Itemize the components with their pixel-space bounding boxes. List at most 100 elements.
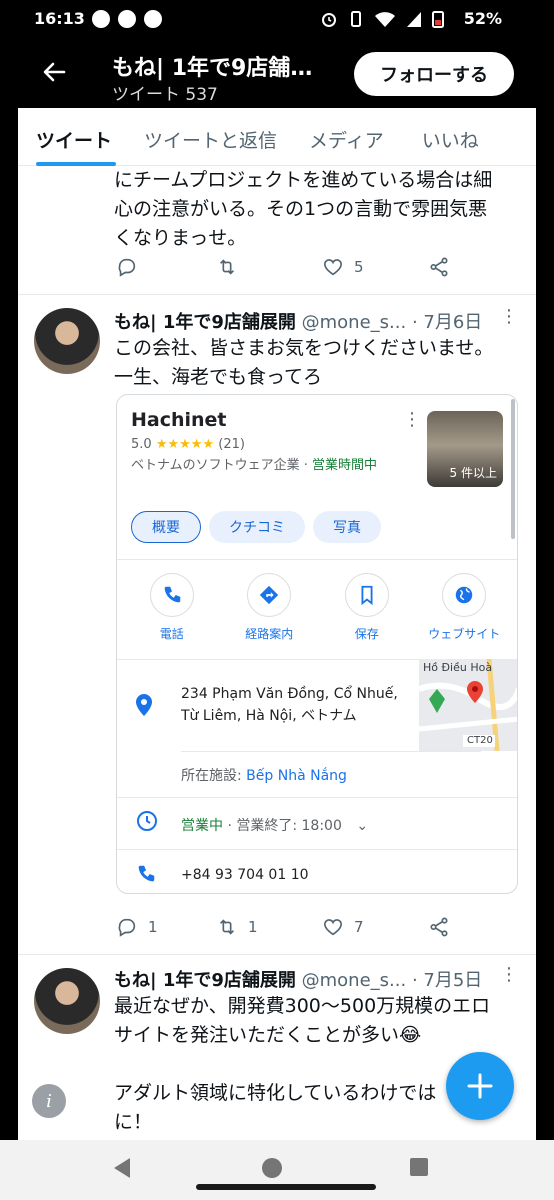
clock-icon [137,811,157,831]
chevron-down-icon: ⌄ [356,818,369,834]
share-button[interactable] [428,916,450,938]
phone-icon [164,586,180,603]
active-tab-indicator [36,162,116,166]
nav-recents-icon[interactable] [410,1158,428,1176]
tweet-line: にチームプロジェクトを進めている場合は細 [114,169,493,191]
retweet-icon [219,259,235,275]
chip-reviews: クチコミ [209,511,305,543]
phone-number: +84 93 704 01 10 [181,867,309,883]
heart-icon [323,919,343,936]
save-action: 保存 [327,573,407,642]
card-divider [181,751,481,752]
notification-icon [92,10,110,28]
tweet-date[interactable]: · 7月6日 [412,312,482,333]
tab-tweets-replies[interactable]: ツイートと返信 [144,108,277,166]
avatar[interactable] [34,968,100,1034]
card-divider [117,559,517,560]
card-action-buttons: 電話 経路案内 保存 ウェブサイト [117,573,517,642]
wifi-icon [375,12,395,27]
bookmark-icon [361,585,373,606]
business-address: 234 Phạm Văn Đồng, Cổ Nhuế, Từ Liêm, Hà … [181,686,398,724]
more-options-icon[interactable]: ⋮ [500,964,518,985]
chip-overview: 概要 [131,511,201,543]
photo-count: 5 件以上 [449,466,497,480]
phone-icon [138,865,155,882]
reply-button[interactable] [116,256,216,278]
rating-value: 5.0 [131,437,152,452]
location-pin-icon [136,694,152,716]
tab-likes[interactable]: いいね [422,108,479,166]
website-action: ウェブサイト [424,573,504,642]
timeline-panel: ツイート ツイートと返信 メディア いいね にチームプロジェクトを進めている場合… [18,108,536,1140]
vibrate-icon [351,11,361,27]
business-category: ベトナムのソフトウェア企業 · 営業時間中 [131,458,378,473]
business-name: Hachinet [131,409,227,431]
share-button[interactable] [428,256,450,278]
card-chips: 概要 クチコミ 写真 [131,511,381,543]
tweet-line: 一生、海老でも食ってろ [114,366,323,388]
retweet-count: 1 [248,918,258,936]
gesture-handle [196,1184,376,1190]
tweet-divider [18,954,536,955]
chip-photos: 写真 [313,511,381,543]
battery-percent: 52% [463,9,502,28]
follow-button[interactable]: フォローする [354,52,514,96]
system-icons [320,10,444,28]
business-hours: 営業中 · 営業終了: 18:00 ⌄ [181,818,369,834]
tweet-line: この会社、皆さまお気をつけくださいませ。 [114,337,494,359]
reply-button[interactable]: 1 [116,916,216,938]
retweet-button[interactable]: 1 [216,916,322,938]
tweet-count: ツイート 537 [112,85,218,105]
like-button[interactable]: 7 [322,916,428,938]
profile-header: もね| 1年で9店舗展開 ツイート 537 フォローする [0,38,554,108]
reply-icon [118,918,136,937]
nav-home-icon[interactable] [262,1158,282,1178]
mini-map: Hồ Điều Hoà CT20 [419,659,517,751]
avatar[interactable] [34,308,100,374]
card-divider [117,849,517,850]
category-text: ベトナムのソフトウェア企業 [131,458,300,473]
globe-icon [456,586,473,604]
tab-media[interactable]: メディア [309,108,384,166]
battery-icon [432,11,444,28]
author-name[interactable]: もね| 1年で9店舗展開 [114,970,296,991]
tweet-text: この会社、皆さまお気をつけくださいませ。 一生、海老でも食ってろ [114,334,528,392]
more-options-icon[interactable]: ⋮ [500,306,518,327]
plus-icon [467,1073,493,1099]
tab-tweets[interactable]: ツイート [36,108,112,166]
profile-tabs: ツイート ツイートと返信 メディア いいね [18,108,536,166]
notification-icon [118,10,136,28]
like-button[interactable]: 5 [322,256,428,278]
system-nav-bar [0,1140,554,1200]
compose-tweet-button[interactable] [446,1052,514,1120]
back-arrow-icon[interactable] [40,58,68,86]
tweet-line: 最近なぜか、開発費300〜500万規模のエロ [114,995,491,1017]
tweet-line: 心の注意がいる。その1つの言動で雰囲気悪 [114,198,488,220]
card-divider [117,797,517,798]
rating-row: 5.0 ★★★★★ (21) [131,437,245,452]
maps-card-image[interactable]: Hachinet ⋮ 5.0 ★★★★★ (21) ベトナムのソフトウェア企業 … [116,394,518,894]
tweet-header: もね| 1年で9店舗展開 @mone_s... · 7月6日 [114,308,482,334]
more-options-icon: ⋮ [403,409,421,430]
author-handle: @mone_s... [301,970,407,991]
tweet-actions: 1 1 7 [116,916,450,938]
status-time: 16:13 [34,9,85,28]
business-photo: 5 件以上 [427,411,503,487]
card-scrollbar [511,399,515,539]
nav-back-icon[interactable] [114,1158,130,1178]
tweet-date[interactable]: · 7月5日 [412,970,482,991]
heart-icon [323,259,343,276]
reply-count: 1 [148,918,158,936]
notification-icon [144,10,162,28]
like-count: 5 [354,258,364,276]
map-road-label: CT20 [467,735,493,746]
info-icon[interactable]: i [32,1084,66,1118]
share-icon [430,917,448,937]
author-name[interactable]: もね| 1年で9店舗展開 [114,312,296,333]
tweet-line: サイトを発注いただくことが多い😂 [114,1024,422,1046]
retweet-button[interactable] [216,256,322,278]
profile-name: もね| 1年で9店舗展開 [112,56,332,81]
tweet-divider [18,294,536,295]
tweet-text: にチームプロジェクトを進めている場合は細 心の注意がいる。その1つの言動で雰囲気… [114,166,524,253]
located-in-link: Bếp Nhà Nắng [246,768,347,784]
